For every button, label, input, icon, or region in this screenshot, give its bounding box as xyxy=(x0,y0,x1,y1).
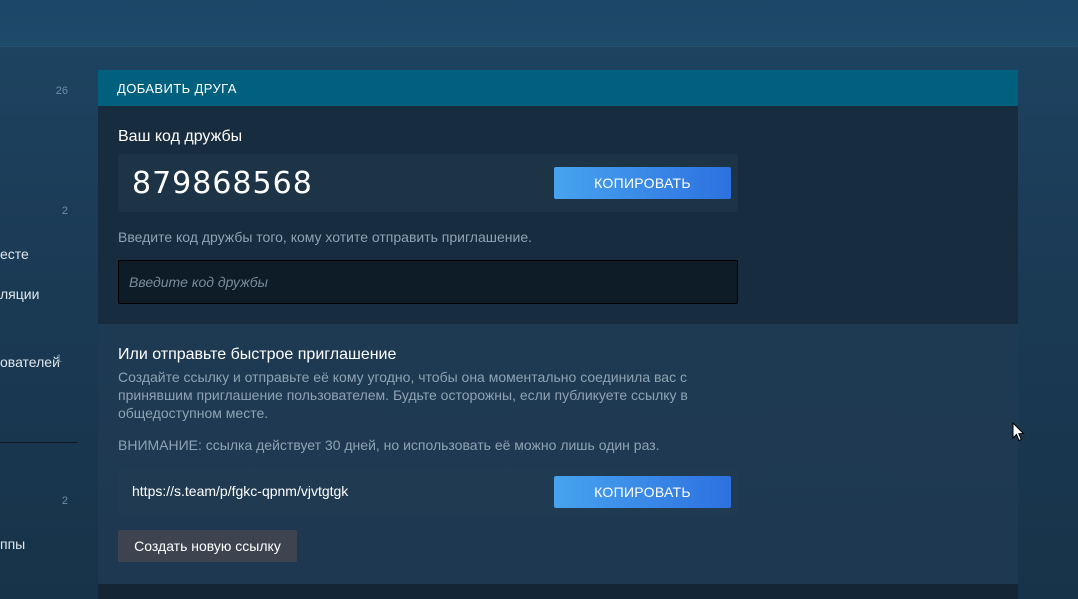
sidebar-item-label[interactable]: есте xyxy=(0,246,29,262)
friend-code-value: 879868568 xyxy=(132,166,313,201)
sidebar-item-label[interactable]: ляции xyxy=(0,286,39,302)
top-bar xyxy=(0,0,1078,47)
panel-footer xyxy=(98,584,1018,599)
copy-link-button[interactable]: КОПИРОВАТЬ xyxy=(554,476,731,508)
sidebar-count: 2 xyxy=(61,205,68,217)
sidebar-count: 26 xyxy=(55,85,68,97)
friend-code-title: Ваш код дружбы xyxy=(118,128,243,145)
mouse-cursor-icon xyxy=(1012,422,1025,442)
friend-code-section: Ваш код дружбы 879868568 КОПИРОВАТЬ Введ… xyxy=(98,106,1018,324)
friend-code-box: 879868568 КОПИРОВАТЬ xyxy=(118,154,738,212)
quick-invite-description: Создайте ссылку и отправьте её кому угод… xyxy=(118,369,688,421)
copy-code-button[interactable]: КОПИРОВАТЬ xyxy=(554,167,731,199)
panel-header: ДОБАВИТЬ ДРУГА xyxy=(98,70,1018,106)
sidebar-divider xyxy=(0,442,78,443)
enter-code-hint: Введите код дружбы того, кому хотите отп… xyxy=(118,229,532,245)
quick-invite-section: Или отправьте быстрое приглашение Создай… xyxy=(98,324,1018,584)
friend-code-input[interactable] xyxy=(118,260,738,304)
sidebar-count: 1 xyxy=(55,353,62,365)
create-new-link-button[interactable]: Создать новую ссылку xyxy=(118,530,297,562)
quick-invite-warning: ВНИМАНИЕ: ссылка действует 30 дней, но и… xyxy=(118,437,660,453)
invite-link-value[interactable]: https://s.team/p/fgkc-qpnm/vjvtgtgk xyxy=(132,483,348,499)
quick-invite-title: Или отправьте быстрое приглашение xyxy=(118,346,397,363)
add-friend-panel: ДОБАВИТЬ ДРУГА Ваш код дружбы 879868568 … xyxy=(98,70,1018,599)
invite-link-box: https://s.team/p/fgkc-qpnm/vjvtgtgk КОПИ… xyxy=(118,469,738,515)
sidebar-item-label[interactable]: ппы xyxy=(0,536,25,552)
sidebar-count: 2 xyxy=(61,495,68,507)
sidebar: 26 2 есте ляции ователей 1 2 ппы xyxy=(0,46,90,599)
